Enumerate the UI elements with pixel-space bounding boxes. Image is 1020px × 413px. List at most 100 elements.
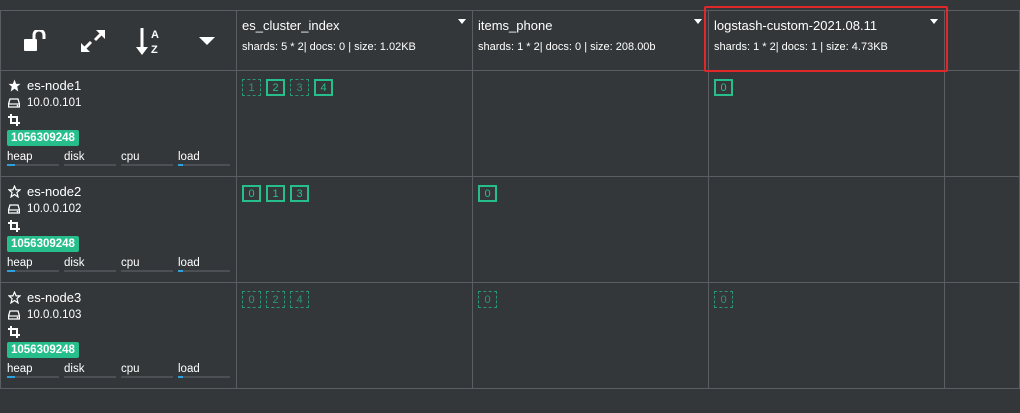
metric-load: load <box>178 151 235 166</box>
primary-shard[interactable]: 1 <box>266 185 285 202</box>
node-name[interactable]: es-node2 <box>27 184 81 199</box>
metric-heap: heap <box>7 151 64 166</box>
sort-alpha-icon[interactable]: A Z <box>122 21 179 61</box>
index-menu-caret-icon[interactable] <box>458 19 466 24</box>
shard-list: 0 <box>709 283 944 308</box>
shard-cell: 1234 <box>237 71 473 177</box>
shard-cell: 013 <box>237 177 473 283</box>
replica-shard[interactable]: 0 <box>242 291 261 308</box>
shard-cell: 0 <box>473 177 709 283</box>
metric-label: disk <box>64 363 85 375</box>
index-menu-caret-icon[interactable] <box>694 19 702 24</box>
star-filled-icon <box>7 79 21 92</box>
shard-list: 0 <box>473 177 708 202</box>
crop-icon <box>7 219 21 232</box>
shard-cell: 024 <box>237 283 473 389</box>
index-header-es-cluster-index[interactable]: es_cluster_index shards: 5 * 2| docs: 0 … <box>237 11 473 71</box>
index-stats: shards: 1 * 2| docs: 0 | size: 208.00b <box>478 41 656 53</box>
node-ip-row: 10.0.0.101 <box>7 94 236 111</box>
index-header-items-phone[interactable]: items_phone shards: 1 * 2| docs: 0 | siz… <box>473 11 709 71</box>
index-name[interactable]: es_cluster_index <box>242 18 472 33</box>
metric-disk: disk <box>64 257 121 272</box>
node-id-badge: 1056309248 <box>7 130 79 146</box>
primary-shard[interactable]: 0 <box>478 185 497 202</box>
metric-heap: heap <box>7 257 64 272</box>
shard-list <box>709 177 944 185</box>
node-crop-row <box>7 217 236 234</box>
star-outline-icon <box>7 185 21 198</box>
metric-bar <box>7 376 59 378</box>
metric-bar-fill <box>7 270 15 272</box>
metric-bar <box>64 376 116 378</box>
shard-list <box>473 71 708 79</box>
node-name[interactable]: es-node3 <box>27 290 81 305</box>
primary-shard[interactable]: 0 <box>242 185 261 202</box>
node-ip: 10.0.0.102 <box>27 202 82 215</box>
metric-label: heap <box>7 151 33 163</box>
metric-bar <box>64 164 116 166</box>
shard-cell <box>473 71 709 177</box>
metric-label: load <box>178 257 200 269</box>
node-cell: es-node1 10.0.0.101 1056309248 heap disk cpu l… <box>0 71 237 177</box>
toolbar-cell: A Z <box>0 11 237 71</box>
metric-bar <box>7 270 59 272</box>
replica-shard[interactable]: 0 <box>714 291 733 308</box>
highlight-box <box>704 6 948 72</box>
shard-list: 013 <box>237 177 472 202</box>
unlock-icon[interactable] <box>7 21 64 61</box>
replica-shard[interactable]: 0 <box>478 291 497 308</box>
replica-shard[interactable]: 4 <box>290 291 309 308</box>
replica-shard[interactable]: 3 <box>290 79 309 96</box>
metric-label: disk <box>64 257 85 269</box>
metric-label: load <box>178 151 200 163</box>
sort-letter-z: Z <box>151 44 158 56</box>
primary-shard[interactable]: 4 <box>314 79 333 96</box>
metric-bar <box>64 270 116 272</box>
node-name-row: es-node1 <box>7 77 236 94</box>
primary-shard[interactable]: 3 <box>290 185 309 202</box>
replica-shard[interactable]: 2 <box>266 291 285 308</box>
node-name-row: es-node3 <box>7 289 236 306</box>
metric-disk: disk <box>64 151 121 166</box>
metric-heap: heap <box>7 363 64 378</box>
caret-down-icon[interactable] <box>179 21 236 61</box>
shard-cell <box>709 177 945 283</box>
metric-bar <box>121 270 173 272</box>
primary-shard[interactable]: 2 <box>266 79 285 96</box>
toolbar: A Z <box>1 11 236 71</box>
node-crop-row <box>7 323 236 340</box>
metric-cpu: cpu <box>121 363 178 378</box>
metric-disk: disk <box>64 363 121 378</box>
hdd-icon <box>7 309 21 320</box>
node-name[interactable]: es-node1 <box>27 78 81 93</box>
metric-load: load <box>178 257 235 272</box>
node-id-badge: 1056309248 <box>7 236 79 252</box>
shard-cell: 0 <box>473 283 709 389</box>
metric-bar-fill <box>178 164 184 166</box>
empty-header-cell <box>945 11 1020 71</box>
shard-cell: 0 <box>709 283 945 389</box>
metric-bar <box>178 376 230 378</box>
node-ip-row: 10.0.0.103 <box>7 306 236 323</box>
metric-cpu: cpu <box>121 151 178 166</box>
index-name[interactable]: items_phone <box>478 18 708 33</box>
metric-bar-fill <box>7 164 15 166</box>
empty-cell <box>945 71 1020 177</box>
expand-icon[interactable] <box>64 21 121 61</box>
star-outline-icon <box>7 291 21 304</box>
shard-list: 0 <box>709 71 944 96</box>
index-stats: shards: 5 * 2| docs: 0 | size: 1.02KB <box>242 41 416 53</box>
metric-label: heap <box>7 363 33 375</box>
node-name-row: es-node2 <box>7 183 236 200</box>
shard-list: 1234 <box>237 71 472 96</box>
primary-shard[interactable]: 0 <box>714 79 733 96</box>
node-metrics: heap disk cpu load <box>7 257 236 272</box>
empty-cell <box>945 283 1020 389</box>
node-metrics: heap disk cpu load <box>7 151 236 166</box>
replica-shard[interactable]: 1 <box>242 79 261 96</box>
metric-bar <box>121 164 173 166</box>
metric-label: load <box>178 363 200 375</box>
node-metrics: heap disk cpu load <box>7 363 236 378</box>
empty-cell <box>945 177 1020 283</box>
node-id-badge: 1056309248 <box>7 342 79 358</box>
